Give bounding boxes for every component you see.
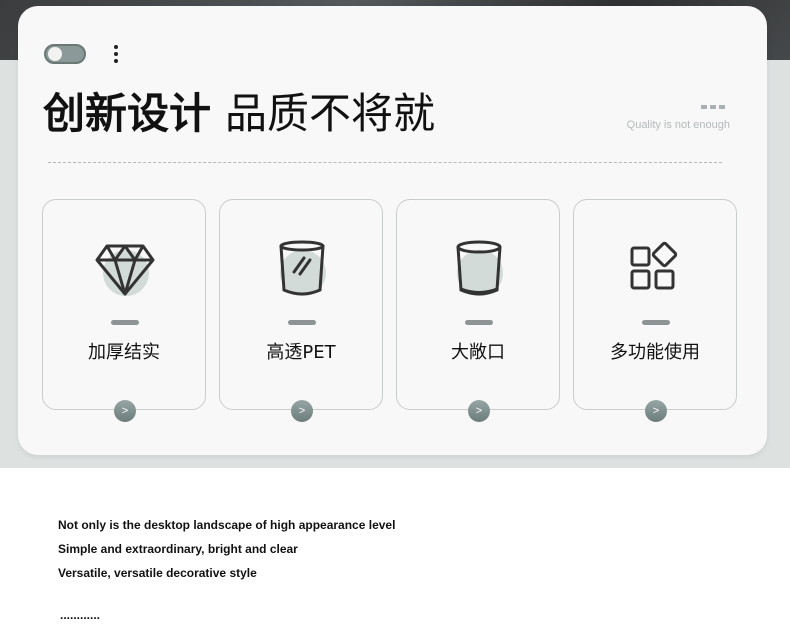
toggle-switch[interactable] xyxy=(44,44,86,64)
feature-item-multi-use[interactable]: 多功能使用 > xyxy=(573,199,737,422)
feature-bar xyxy=(111,320,139,325)
feature-card: 创新设计品质不将就 Quality is not enough 加厚结实 > xyxy=(18,6,767,455)
description-ellipsis: ............ xyxy=(60,608,101,622)
subtitle: Quality is not enough xyxy=(626,119,730,131)
multi-grid-icon xyxy=(626,240,686,300)
description-line: Not only is the desktop landscape of hig… xyxy=(58,518,396,532)
toggle-knob xyxy=(48,47,62,61)
title-bold: 创新设计 xyxy=(43,89,212,138)
feature-arrow-button[interactable]: > xyxy=(291,400,313,422)
page-title: 创新设计 品质不将就 xyxy=(43,88,435,140)
description-line: Simple and extraordinary, bright and cle… xyxy=(58,542,298,556)
feature-arrow-button[interactable]: > xyxy=(114,400,136,422)
feature-item-clear-pet[interactable]: 高透PET > xyxy=(219,199,383,422)
clear-cup-icon xyxy=(272,240,332,300)
feature-bar xyxy=(465,320,493,325)
feature-item-thick[interactable]: 加厚结实 > xyxy=(42,199,206,422)
decorative-dots-icon xyxy=(701,94,731,109)
feature-label: 大敞口 xyxy=(451,342,505,363)
feature-label: 高透PET xyxy=(266,342,336,363)
feature-arrow-button[interactable]: > xyxy=(645,400,667,422)
feature-bar xyxy=(642,320,670,325)
diamond-icon xyxy=(95,240,155,300)
description-line: Versatile, versatile decorative style xyxy=(58,566,257,580)
title-light: 品质不将就 xyxy=(225,89,436,138)
dashed-divider xyxy=(48,162,722,163)
feature-label: 多功能使用 xyxy=(610,342,700,363)
more-options-icon[interactable] xyxy=(112,45,120,67)
feature-bar xyxy=(288,320,316,325)
wide-mouth-cup-icon xyxy=(449,240,509,300)
feature-item-wide-mouth[interactable]: 大敞口 > xyxy=(396,199,560,422)
feature-arrow-button[interactable]: > xyxy=(468,400,490,422)
feature-label: 加厚结实 xyxy=(88,342,160,363)
